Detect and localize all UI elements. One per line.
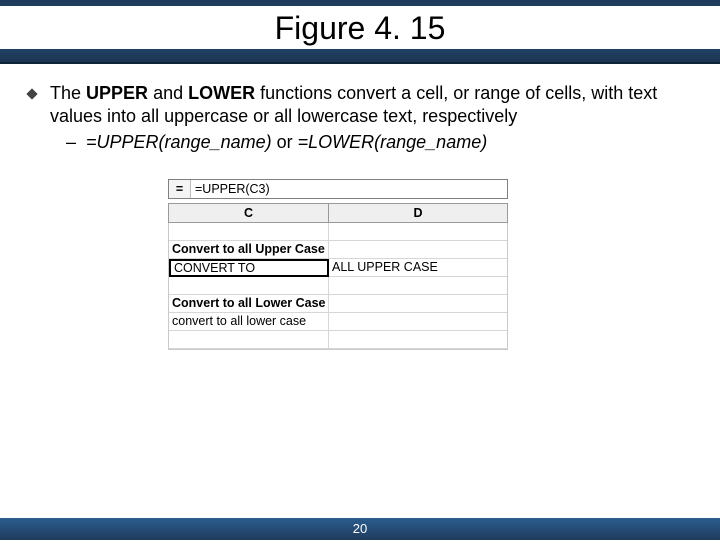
table-row: Convert to all Upper Case — [169, 241, 507, 259]
text-lower: LOWER — [188, 83, 260, 103]
bullet-text: The UPPER and LOWER functions convert a … — [50, 82, 692, 128]
bullet-list: The UPPER and LOWER functions convert a … — [28, 82, 692, 128]
slide: Figure 4. 15 The UPPER and LOWER functio… — [0, 0, 720, 540]
cell: convert to all lower case — [169, 313, 329, 331]
page-number: 20 — [353, 521, 367, 536]
column-header-d: D — [328, 203, 508, 223]
cell-text: Convert to all Upper Case — [172, 242, 325, 256]
table-row: Convert to all Lower Case — [169, 295, 507, 313]
bullet-item: The UPPER and LOWER functions convert a … — [28, 82, 692, 128]
column-headers: C D — [168, 203, 508, 223]
cell-selected: CONVERT TO — [169, 259, 329, 277]
cell: ALL UPPER CASE — [329, 259, 507, 277]
formula-upper: =UPPER(range_name) — [86, 132, 272, 152]
column-header-c: C — [168, 203, 328, 223]
cell: Convert to all Upper Case — [169, 241, 329, 259]
spreadsheet-figure: = =UPPER(C3) C D Convert to all Upper Ca… — [168, 179, 508, 350]
title-bar: Figure 4. 15 — [0, 0, 720, 64]
table-row — [169, 223, 507, 241]
cell — [329, 241, 507, 259]
table-row: convert to all lower case — [169, 313, 507, 331]
dash-icon: – — [66, 132, 76, 153]
cell — [169, 223, 329, 241]
formula-lower: =LOWER(range_name) — [298, 132, 488, 152]
diamond-bullet-icon — [26, 88, 37, 99]
cell-text: Convert to all Lower Case — [172, 296, 326, 310]
text-mid: and — [153, 83, 188, 103]
table-row: CONVERT TOALL UPPER CASE — [169, 259, 507, 277]
cell — [329, 331, 507, 349]
cell: Convert to all Lower Case — [169, 295, 329, 313]
slide-title: Figure 4. 15 — [0, 6, 720, 49]
cell — [329, 277, 507, 295]
grid: Convert to all Upper Case CONVERT TOALL … — [168, 223, 508, 350]
text-pre: The — [50, 83, 86, 103]
table-row — [169, 277, 507, 295]
table-row — [169, 331, 507, 349]
sub-item: – =UPPER(range_name) or =LOWER(range_nam… — [66, 132, 692, 153]
footer-bar: 20 — [0, 518, 720, 540]
text-upper: UPPER — [86, 83, 153, 103]
formula-input: =UPPER(C3) — [191, 180, 507, 198]
cell — [169, 331, 329, 349]
cell — [329, 295, 507, 313]
content-area: The UPPER and LOWER functions convert a … — [0, 64, 720, 350]
cell — [169, 277, 329, 295]
text-or: or — [272, 132, 298, 152]
equals-cell: = — [169, 180, 191, 198]
sub-list: – =UPPER(range_name) or =LOWER(range_nam… — [28, 132, 692, 153]
sub-text: =UPPER(range_name) or =LOWER(range_name) — [86, 132, 487, 153]
formula-bar: = =UPPER(C3) — [168, 179, 508, 199]
cell — [329, 223, 507, 241]
cell — [329, 313, 507, 331]
